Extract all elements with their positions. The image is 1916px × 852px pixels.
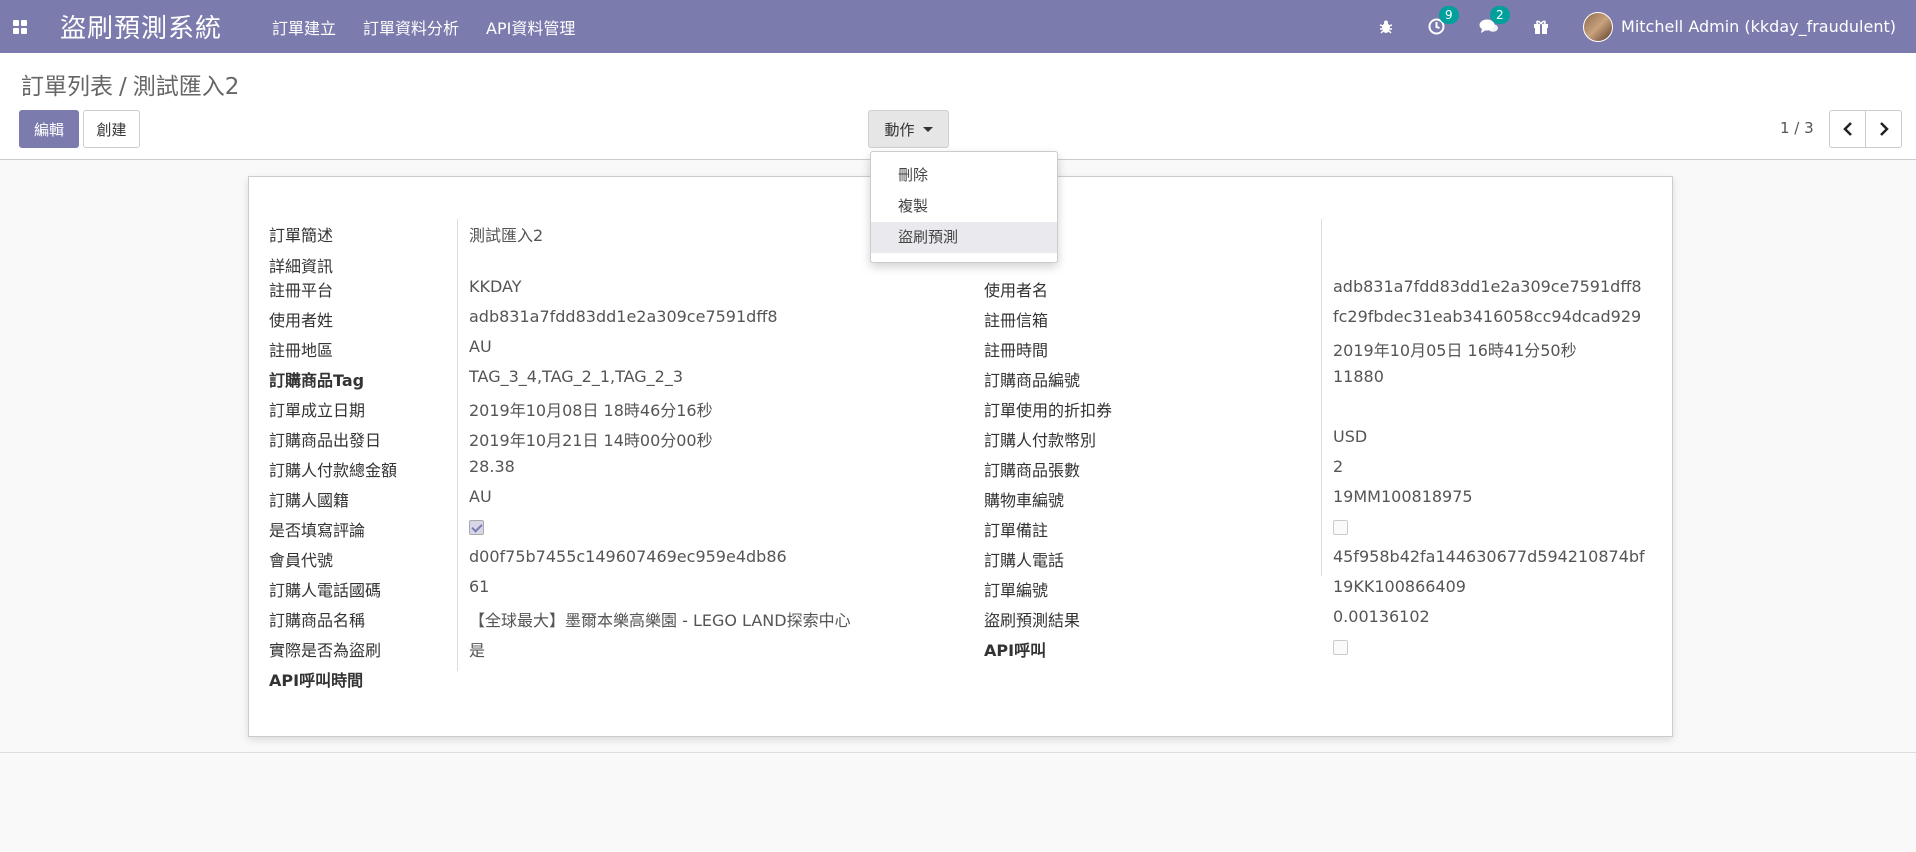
label-order-summary: 訂單簡述 [269, 226, 334, 245]
create-button[interactable]: 創建 [83, 110, 140, 148]
breadcrumb-current: 測試匯入2 [132, 74, 240, 100]
dropdown-delete[interactable]: 刪除 [871, 160, 1057, 191]
label-product-number: 訂購商品編號 [984, 371, 1081, 390]
messages-badge: 2 [1490, 6, 1510, 24]
value-cart-number: 19MM100818975 [1333, 487, 1473, 506]
api-call-checkbox[interactable] [1333, 640, 1348, 655]
top-navbar: 盜刷預測系統 訂單建立 訂單資料分析 API資料管理 9 2 Mitchell … [0, 0, 1916, 53]
value-username: adb831a7fdd83dd1e2a309ce7591dff8 [1333, 277, 1642, 296]
action-dropdown-menu: 刪除 複製 盜刷預測 [870, 151, 1058, 263]
control-panel: 訂單列表 / 測試匯入2 編輯 創建 動作 1 / 3 [0, 53, 1916, 160]
menu-order-analysis[interactable]: 訂單資料分析 [363, 15, 459, 39]
value-register-email: fc29fbdec31eab3416058cc94dcad929 [1333, 307, 1642, 326]
caret-down-icon [922, 126, 933, 132]
edit-button[interactable]: 編輯 [19, 110, 79, 148]
label-register-region: 註冊地區 [269, 341, 334, 360]
value-product-name: 【全球最大】墨爾本樂高樂園 - LEGO LAND探索中心 [469, 611, 851, 630]
label-cart-number: 購物車編號 [984, 491, 1065, 510]
value-departure-date: 2019年10月21日 14時00分00秒 [469, 431, 713, 450]
bug-icon[interactable] [1378, 19, 1394, 35]
label-user-surname: 使用者姓 [269, 311, 334, 330]
label-api-call: API呼叫 [984, 641, 1047, 660]
value-order-number: 19KK100866409 [1333, 577, 1466, 596]
label-fraud-prediction: 盜刷預測結果 [984, 611, 1081, 630]
label-coupon: 訂單使用的折扣券 [984, 401, 1113, 420]
value-phone-country-code: 61 [469, 577, 490, 596]
label-buyer-phone: 訂購人電話 [984, 551, 1065, 570]
pager-next-button[interactable] [1865, 110, 1902, 148]
systray: 9 2 Mitchell Admin (kkday_fraudulent) [1378, 0, 1896, 53]
label-product-name: 訂購商品名稱 [269, 611, 366, 630]
value-currency: USD [1333, 427, 1368, 446]
value-order-summary: 測試匯入2 [469, 226, 544, 245]
app-brand: 盜刷預測系統 [60, 14, 223, 44]
pager-previous-button[interactable] [1829, 110, 1866, 148]
menu-order-create[interactable]: 訂單建立 [272, 15, 336, 39]
label-payment-amount: 訂購人付款總金額 [269, 461, 398, 480]
label-order-note: 訂單備註 [984, 521, 1049, 540]
label-ticket-count: 訂購商品張數 [984, 461, 1081, 480]
label-product-tag: 訂購商品Tag [269, 371, 365, 390]
value-register-time: 2019年10月05日 16時41分50秒 [1333, 341, 1577, 360]
order-note-checkbox[interactable] [1333, 520, 1348, 535]
label-register-email: 註冊信箱 [984, 311, 1049, 330]
value-register-platform: KKDAY [469, 277, 522, 296]
label-detail-info: 詳細資訊 [269, 257, 334, 276]
dropdown-duplicate[interactable]: 複製 [871, 191, 1057, 222]
value-product-tag: TAG_3_4,TAG_2_1,TAG_2_3 [469, 367, 684, 386]
activity-clock-icon[interactable]: 9 [1428, 6, 1459, 35]
menu-api-management[interactable]: API資料管理 [486, 15, 575, 39]
label-api-call-time: API呼叫時間 [269, 671, 364, 690]
breadcrumb-separator: / [119, 74, 127, 100]
label-order-date: 訂單成立日期 [269, 401, 366, 420]
value-member-id: d00f75b7455c149607469ec959e4db86 [469, 547, 787, 566]
label-nationality: 訂購人國籍 [269, 491, 350, 510]
user-menu[interactable]: Mitchell Admin (kkday_fraudulent) [1621, 17, 1896, 36]
value-is-fraud: 是 [469, 641, 486, 660]
chevron-left-icon [1842, 122, 1852, 136]
value-ticket-count: 2 [1333, 457, 1344, 476]
value-product-number: 11880 [1333, 367, 1384, 386]
pager-value: 1 / 3 [1780, 119, 1814, 137]
label-order-number: 訂單編號 [984, 581, 1049, 600]
review-filled-checkbox[interactable] [469, 520, 484, 535]
label-is-fraud: 實際是否為盜刷 [269, 641, 382, 660]
messages-icon[interactable]: 2 [1479, 6, 1510, 35]
label-register-time: 註冊時間 [984, 341, 1049, 360]
main-menu: 訂單建立 訂單資料分析 API資料管理 [272, 15, 602, 39]
chevron-right-icon [1879, 122, 1889, 136]
label-phone-country-code: 訂購人電話國碼 [269, 581, 382, 600]
gift-icon[interactable] [1533, 19, 1549, 35]
label-departure-date: 訂購商品出發日 [269, 431, 382, 450]
breadcrumb: 訂單列表 / 測試匯入2 [21, 67, 239, 101]
value-nationality: AU [469, 487, 492, 506]
activity-badge: 9 [1439, 6, 1459, 24]
left-column-divider [457, 219, 458, 671]
value-fraud-prediction: 0.00136102 [1333, 607, 1430, 626]
value-order-date: 2019年10月08日 18時46分16秒 [469, 401, 713, 420]
label-review-filled: 是否填寫評論 [269, 521, 366, 540]
right-column-divider [1321, 219, 1322, 576]
value-register-region: AU [469, 337, 492, 356]
value-user-surname: adb831a7fdd83dd1e2a309ce7591dff8 [469, 307, 778, 326]
label-member-id: 會員代號 [269, 551, 334, 570]
value-buyer-phone: 45f958b42fa144630677d594210874bf [1333, 547, 1645, 566]
dropdown-fraud-predict[interactable]: 盜刷預測 [871, 222, 1057, 253]
label-currency: 訂購人付款幣別 [984, 431, 1097, 450]
apps-menu-icon[interactable] [0, 0, 40, 53]
action-dropdown-button[interactable]: 動作 [868, 110, 949, 148]
label-register-platform: 註冊平台 [269, 281, 334, 300]
label-username: 使用者名 [984, 281, 1049, 300]
action-label: 動作 [884, 120, 915, 139]
user-avatar[interactable] [1583, 11, 1614, 42]
value-payment-amount: 28.38 [469, 457, 515, 476]
breadcrumb-parent[interactable]: 訂單列表 [21, 74, 113, 100]
